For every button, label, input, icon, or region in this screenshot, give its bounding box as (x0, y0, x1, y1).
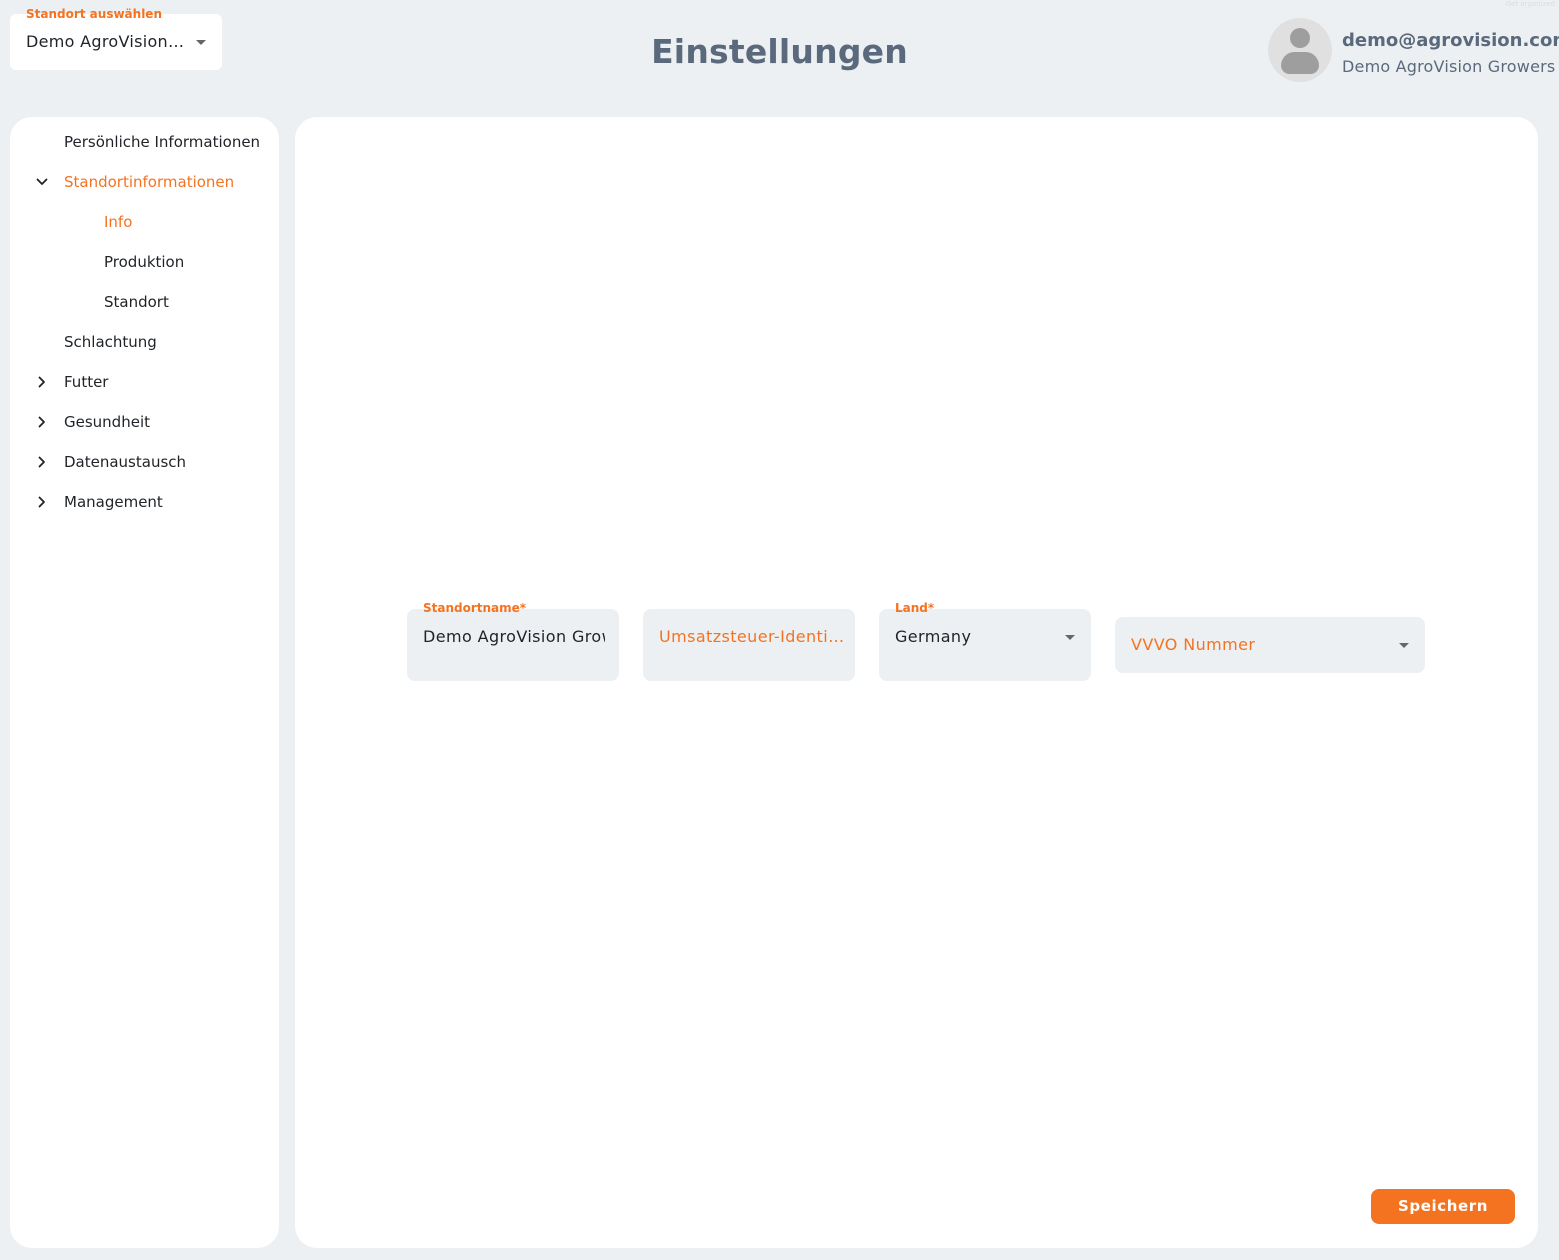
chevron-right-icon (36, 456, 48, 468)
vvvo-placeholder: VVVO Nummer (1131, 635, 1256, 654)
standortname-field[interactable]: Standortname* Demo AgroVision Growers (407, 601, 619, 681)
user-email: demo@agrovision.com (1342, 30, 1559, 51)
sidebar-item-label: Standortinformationen (64, 173, 235, 191)
sidebar-item-persoenliche-informationen[interactable]: Persönliche Informationen (10, 123, 279, 163)
settings-sidebar: Persönliche Informationen Standortinform… (10, 117, 279, 1248)
sidebar-item-label: Persönliche Informationen (64, 133, 261, 151)
ust-id-placeholder: Umsatzsteuer-Identif... (659, 627, 845, 646)
ust-id-field[interactable]: Umsatzsteuer-Identif... (643, 609, 855, 681)
land-label: Land* (895, 601, 935, 615)
chevron-down-icon (36, 176, 48, 188)
caret-down-icon (1399, 643, 1409, 648)
sidebar-item-standort[interactable]: Standort (10, 283, 279, 323)
person-icon (1290, 28, 1310, 48)
chevron-right-icon (36, 496, 48, 508)
save-button[interactable]: Speichern (1371, 1189, 1515, 1224)
chevron-right-icon (36, 376, 48, 388)
sidebar-item-management[interactable]: Management (10, 483, 279, 523)
standortname-value: Demo AgroVision Growers (423, 627, 605, 646)
land-select[interactable]: Land* Germany (879, 601, 1091, 681)
caret-down-icon (1065, 635, 1075, 640)
vvvo-select[interactable]: VVVO Nummer (1115, 617, 1425, 673)
sidebar-item-label: Produktion (104, 253, 185, 271)
sidebar-item-label: Info (104, 213, 133, 231)
sidebar-item-produktion[interactable]: Produktion (10, 243, 279, 283)
land-value: Germany (895, 627, 972, 646)
sidebar-item-label: Gesundheit (64, 413, 150, 431)
user-organization: Demo AgroVision Growers (1342, 57, 1556, 76)
sidebar-item-label: Datenaustausch (64, 453, 187, 471)
location-select-label: Standort auswählen (26, 7, 162, 21)
sidebar-item-datenaustausch[interactable]: Datenaustausch (10, 443, 279, 483)
settings-main-panel: Standortname* Demo AgroVision Growers Um… (295, 117, 1538, 1248)
sidebar-item-label: Standort (104, 293, 169, 311)
standortname-label: Standortname* (423, 601, 527, 615)
sidebar-item-standortinformationen[interactable]: Standortinformationen (10, 163, 279, 203)
chevron-right-icon (36, 416, 48, 428)
sidebar-item-futter[interactable]: Futter (10, 363, 279, 403)
sidebar-item-gesundheit[interactable]: Gesundheit (10, 403, 279, 443)
sidebar-item-label: Management (64, 493, 163, 511)
corner-note: Get organized (1505, 0, 1555, 8)
person-icon-body (1281, 52, 1319, 74)
sidebar-item-label: Schlachtung (64, 333, 157, 351)
sidebar-item-schlachtung[interactable]: Schlachtung (10, 323, 279, 363)
user-avatar[interactable] (1268, 18, 1332, 82)
sidebar-item-info[interactable]: Info (10, 203, 279, 243)
sidebar-item-label: Futter (64, 373, 109, 391)
